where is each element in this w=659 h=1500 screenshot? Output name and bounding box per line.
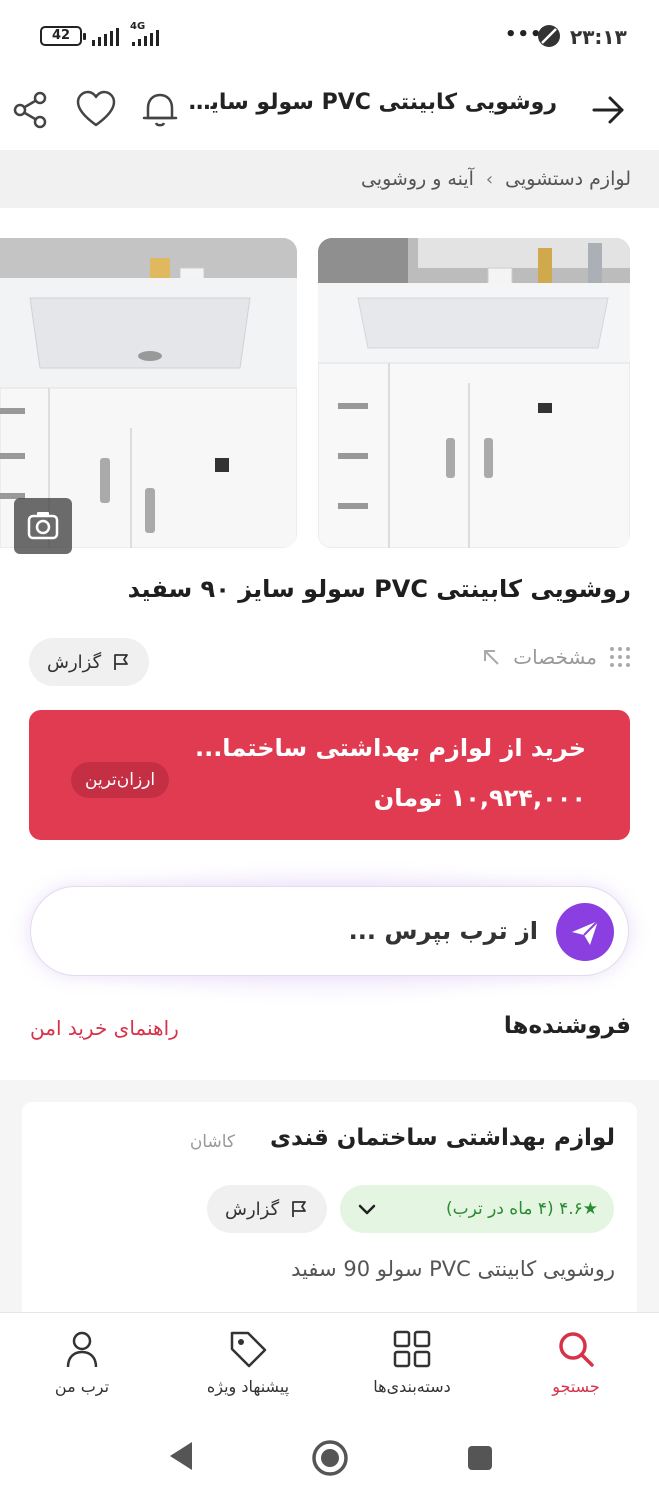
sellers-heading: فروشنده‌ها	[503, 1013, 631, 1039]
ask-torob-input[interactable]: از ترب بپرس ...	[30, 886, 629, 976]
nav-my-torob[interactable]: ترب من	[12, 1327, 152, 1396]
nav-categories-label: دسته‌بندی‌ها	[373, 1377, 451, 1396]
seller-report-button[interactable]: گزارش	[207, 1185, 328, 1233]
cheapest-badge: ارزان‌ترین	[71, 762, 170, 798]
back-triangle-icon[interactable]	[166, 1440, 196, 1472]
best-price-shop: خرید از لوازم بهداشتی ساختما...	[194, 734, 586, 762]
favorite-heart-icon[interactable]	[74, 88, 118, 132]
product-image-1[interactable]	[318, 238, 630, 548]
nav-categories[interactable]: دسته‌بندی‌ها	[342, 1327, 482, 1396]
system-navigation-bar	[0, 1412, 659, 1500]
send-icon	[572, 920, 599, 945]
nav-special-offers[interactable]: پیشنهاد ویژه	[178, 1327, 318, 1396]
seller-product-name: روشویی کابینتی PVC سولو 90 سفید	[291, 1257, 615, 1281]
safe-buy-guide-link[interactable]: راهنمای خرید امن	[30, 1016, 179, 1040]
camera-icon	[27, 512, 59, 540]
breadcrumb-item-bathroom[interactable]: لوازم دستشویی	[505, 168, 631, 190]
best-price-card[interactable]: خرید از لوازم بهداشتی ساختما... ۱۰,۹۲۴,۰…	[29, 710, 630, 840]
grid-dots-icon	[610, 647, 630, 667]
home-circle-icon[interactable]	[310, 1438, 350, 1478]
best-price-amount: ۱۰,۹۲۴,۰۰۰ تومان	[373, 784, 586, 812]
battery-indicator: 42	[40, 26, 86, 46]
signal-icon	[92, 26, 119, 46]
image-search-button[interactable]	[14, 498, 72, 554]
nav-search[interactable]: جستجو	[506, 1327, 646, 1396]
nav-special-offers-label: پیشنهاد ویژه	[206, 1377, 290, 1396]
breadcrumb: لوازم دستشویی › آینه و روشویی	[0, 150, 659, 208]
report-button[interactable]: گزارش	[29, 638, 150, 686]
tag-icon	[230, 1331, 267, 1368]
signal-icon-2	[132, 30, 159, 46]
user-icon	[66, 1331, 98, 1368]
back-arrow-icon[interactable]	[586, 88, 630, 132]
sink-cabinet-photo	[318, 238, 630, 548]
product-title: روشویی کابینتی PVC سولو سایز ۹۰ سفید	[127, 575, 631, 603]
specs-link[interactable]: مشخصات	[481, 645, 631, 669]
seller-name: لوازم بهداشتی ساختمان قندی	[269, 1125, 615, 1151]
recents-square-icon[interactable]	[466, 1444, 494, 1472]
share-icon[interactable]	[8, 88, 52, 132]
seller-report-label: گزارش	[225, 1198, 280, 1220]
chevron-down-icon	[358, 1204, 376, 1215]
nav-my-torob-label: ترب من	[54, 1377, 110, 1396]
seller-city: کاشان	[189, 1132, 235, 1152]
notification-bell-icon[interactable]	[138, 88, 182, 132]
flag-icon	[114, 654, 129, 670]
seller-rating-text: ★۴.۶ (۴ ماه در ترب)	[445, 1199, 598, 1219]
arrow-up-left-icon	[484, 650, 499, 665]
status-bar: 42 4G ••• ۲۳:۱۳	[0, 0, 659, 70]
bottom-navigation: جستجو دسته‌بندی‌ها پیشنهاد ویژه ترب من	[0, 1312, 659, 1412]
clock: ۲۳:۱۳	[570, 25, 627, 49]
breadcrumb-item-mirror-sink[interactable]: آینه و روشویی	[361, 168, 474, 190]
nav-search-label: جستجو	[552, 1377, 600, 1396]
dnd-icon	[538, 25, 560, 47]
report-label: گزارش	[47, 651, 102, 673]
ask-placeholder: از ترب بپرس ...	[348, 917, 538, 945]
specs-label: مشخصات	[513, 645, 597, 669]
grid-icon	[393, 1330, 431, 1368]
page-title: روشویی کابینتی PVC سولو سایز 90 سفید	[177, 90, 557, 115]
app-header: روشویی کابینتی PVC سولو سایز 90 سفید	[0, 70, 659, 148]
ask-send-button[interactable]	[556, 903, 614, 961]
flag-icon	[292, 1201, 307, 1217]
search-icon	[559, 1332, 594, 1367]
breadcrumb-separator: ›	[485, 168, 494, 190]
seller-rating[interactable]: ★۴.۶ (۴ ماه در ترب)	[340, 1185, 614, 1233]
